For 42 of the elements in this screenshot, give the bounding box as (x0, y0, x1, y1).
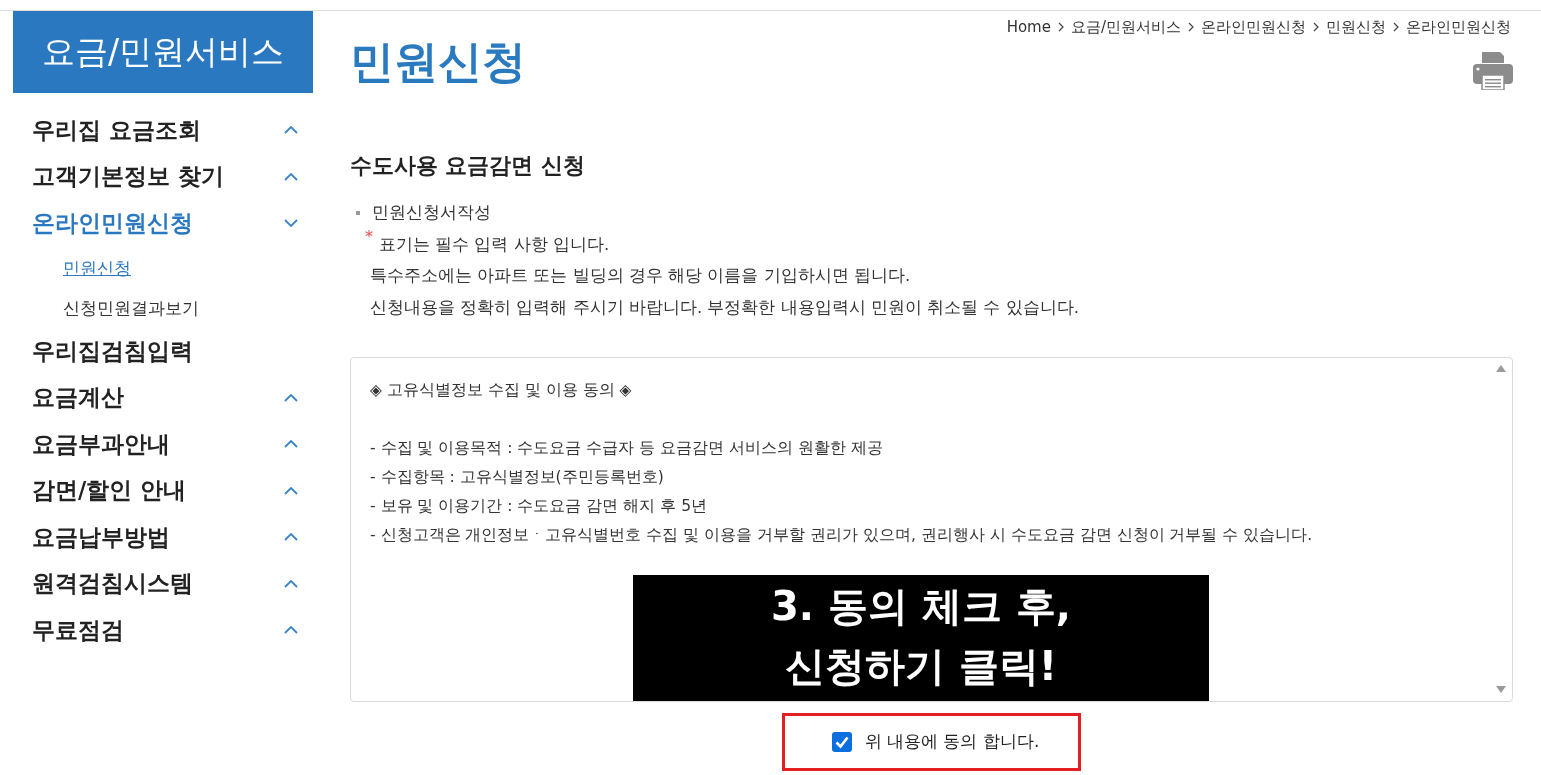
consent-text: - 보유 및 이용기간 : 수도요금 감면 해지 후 5년 (370, 495, 709, 517)
breadcrumb-link[interactable]: 민원신청 (1326, 17, 1386, 37)
guide-title: 민원신청서작성 (372, 201, 491, 224)
sidebar-submenu-item[interactable]: 민원신청 (63, 256, 131, 280)
page-title: 민원신청 (350, 35, 526, 89)
guide-text: 표기는 필수 입력 사항 입니다. (379, 233, 610, 256)
consent-text: - 수집 및 이용목적 : 수도요금 수급자 등 요금감면 서비스의 원활한 제공 (370, 437, 884, 459)
chevron-right-icon (1393, 22, 1399, 32)
guide-text: 특수주소에는 아파트 또는 빌딩의 경우 해당 이름을 기입하시면 됩니다. (370, 265, 911, 288)
breadcrumb-link[interactable]: Home (1006, 17, 1051, 37)
sidebar-menu-item[interactable]: 감면/할인 안내 (13, 467, 313, 514)
breadcrumb-link[interactable]: 요금/민원서비스 (1070, 17, 1181, 37)
sidebar-title: 요금/민원서비스 (13, 11, 313, 93)
sidebar-menu-item[interactable]: 요금계산 (13, 374, 313, 421)
caption-banner: 3. 동의 체크 후, 신청하기 클릭! (633, 574, 1209, 701)
guide-text: 신청내용을 정확히 입력해 주시기 바랍니다. 부정확한 내용입력시 민원이 취소될 수 있습니다. (370, 296, 1079, 319)
sidebar-menu-item[interactable]: 무료점검 (13, 607, 313, 654)
sidebar-menu-item[interactable]: 고객기본정보 찾기 (13, 153, 313, 200)
consent-heading: ◈ 고유식별정보 수집 및 이용 동의 ◈ (370, 379, 633, 401)
sidebar-menu-item[interactable]: 우리집 요금조회 (13, 107, 313, 154)
sidebar-menu-item[interactable]: 원격검침시스템 (13, 560, 313, 607)
sidebar-menu-item[interactable]: 온라인민원신청 (13, 200, 313, 247)
sidebar-menu-item[interactable]: 우리집검침입력 (13, 328, 313, 375)
scroll-down-icon[interactable] (1496, 685, 1506, 693)
sidebar-submenu-item[interactable]: 신청민원결과보기 (63, 296, 199, 320)
consent-text-box[interactable] (350, 356, 1513, 702)
consent-text: - 수집항목 : 고유식별정보(주민등록번호) (370, 466, 665, 488)
breadcrumb-link[interactable]: 온라인민원신청 (1201, 17, 1306, 37)
chevron-right-icon (1057, 22, 1064, 32)
bullet-icon (356, 210, 360, 215)
agree-label[interactable]: 위 내용에 동의 합니다. (864, 730, 1040, 754)
sidebar-menu-item[interactable]: 요금납부방법 (13, 514, 313, 561)
consent-text: - 신청고객은 개인정보ㆍ고유식별번호 수집 및 이용을 거부할 권리가 있으며, 권리행사 시 수도요금 감면 신청이 거부될 수 있습니다. (370, 524, 1314, 546)
agree-checkbox[interactable] (831, 731, 852, 752)
chevron-right-icon (1313, 22, 1319, 32)
scroll-up-icon[interactable] (1496, 364, 1506, 372)
printer-icon[interactable] (1473, 52, 1513, 90)
breadcrumb-link[interactable]: 온라인민원신청 (1406, 17, 1511, 37)
sidebar-menu-item[interactable]: 요금부과안내 (13, 421, 313, 468)
required-mark: * (365, 228, 373, 245)
chevron-right-icon (1188, 22, 1194, 32)
section-heading: 수도사용 요금감면 신청 (350, 152, 586, 180)
